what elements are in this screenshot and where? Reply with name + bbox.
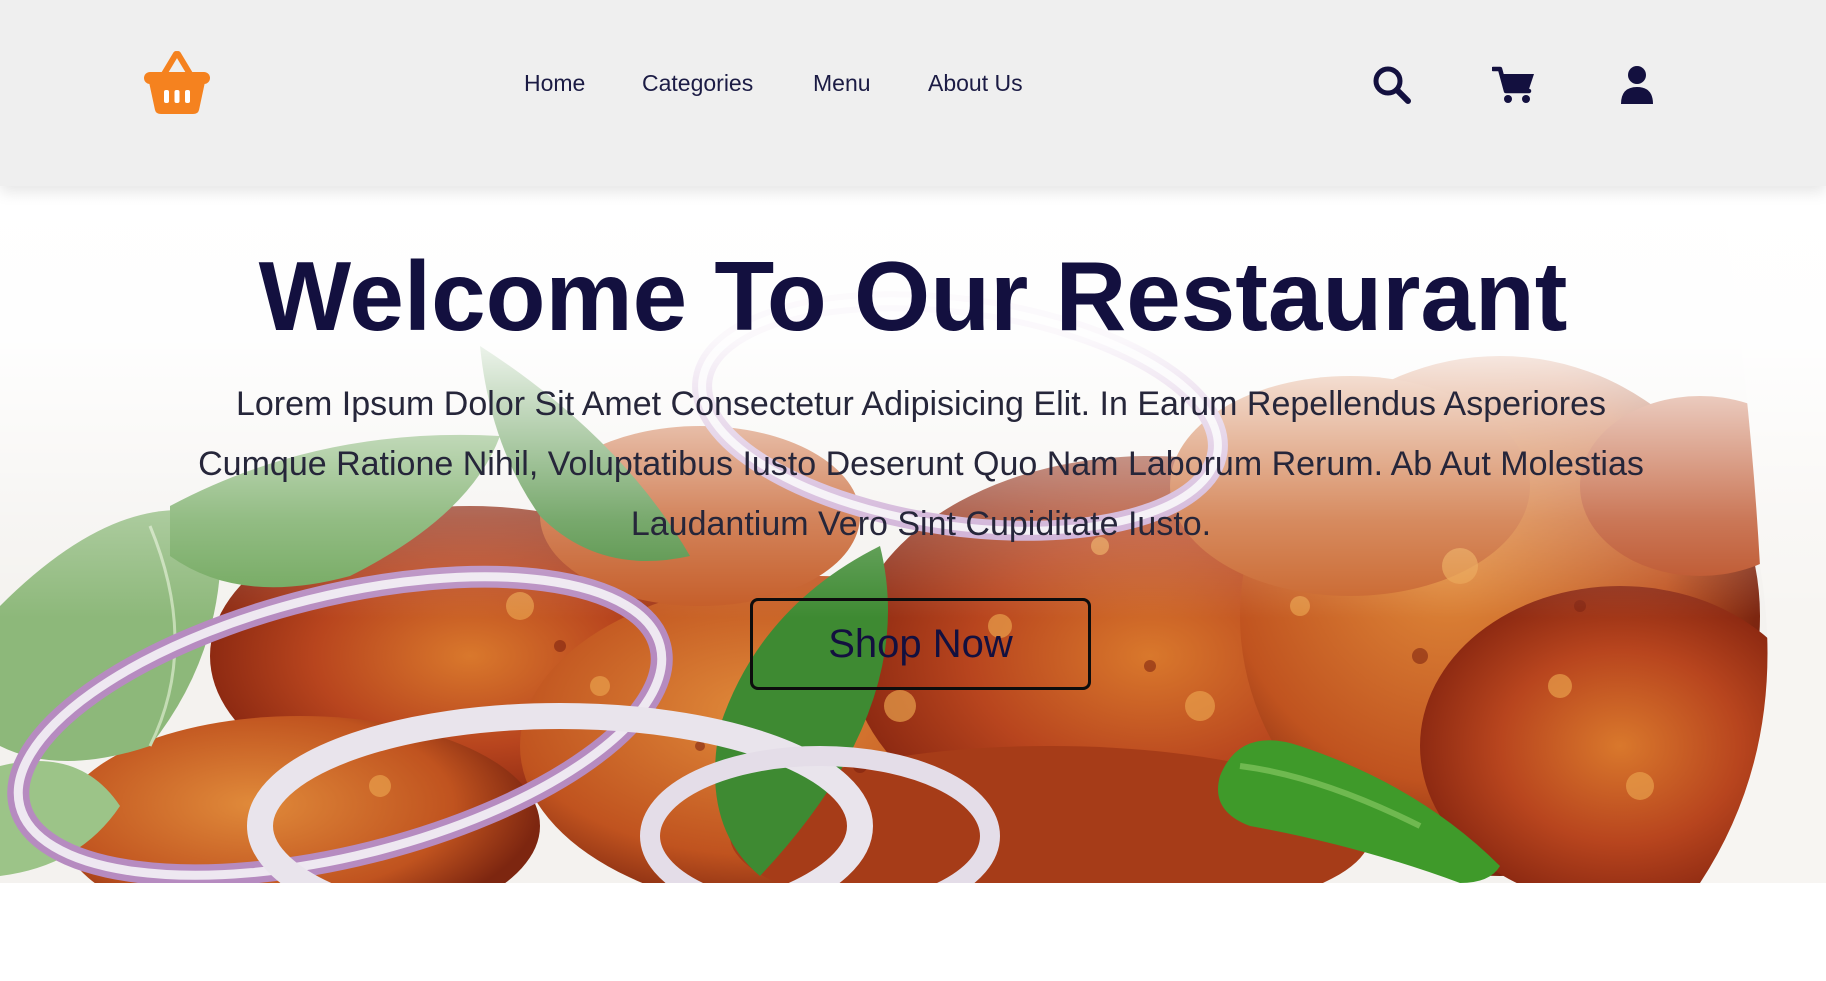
nav-categories-link[interactable]: Categories [642, 70, 753, 97]
user-icon[interactable] [1614, 62, 1660, 108]
logo-basket-icon[interactable] [142, 50, 212, 116]
page-below-hero [0, 883, 1826, 981]
nav-menu-link[interactable]: Menu [813, 70, 871, 97]
hero-description: Lorem Ipsum Dolor Sit Amet Consectetur A… [198, 385, 1644, 543]
search-icon[interactable] [1369, 62, 1415, 108]
hero-section: Welcome To Our Restaurant Lorem Ipsum Do… [0, 186, 1826, 883]
shopping-cart-icon[interactable] [1491, 62, 1537, 108]
nav-about-link[interactable]: About Us [928, 70, 1023, 97]
site-header: Home Categories Menu About Us [0, 0, 1826, 186]
shop-now-button[interactable]: Shop Now [750, 598, 1091, 690]
hero-title: Welcome To Our Restaurant [258, 241, 1568, 351]
nav-home-link[interactable]: Home [524, 70, 585, 97]
